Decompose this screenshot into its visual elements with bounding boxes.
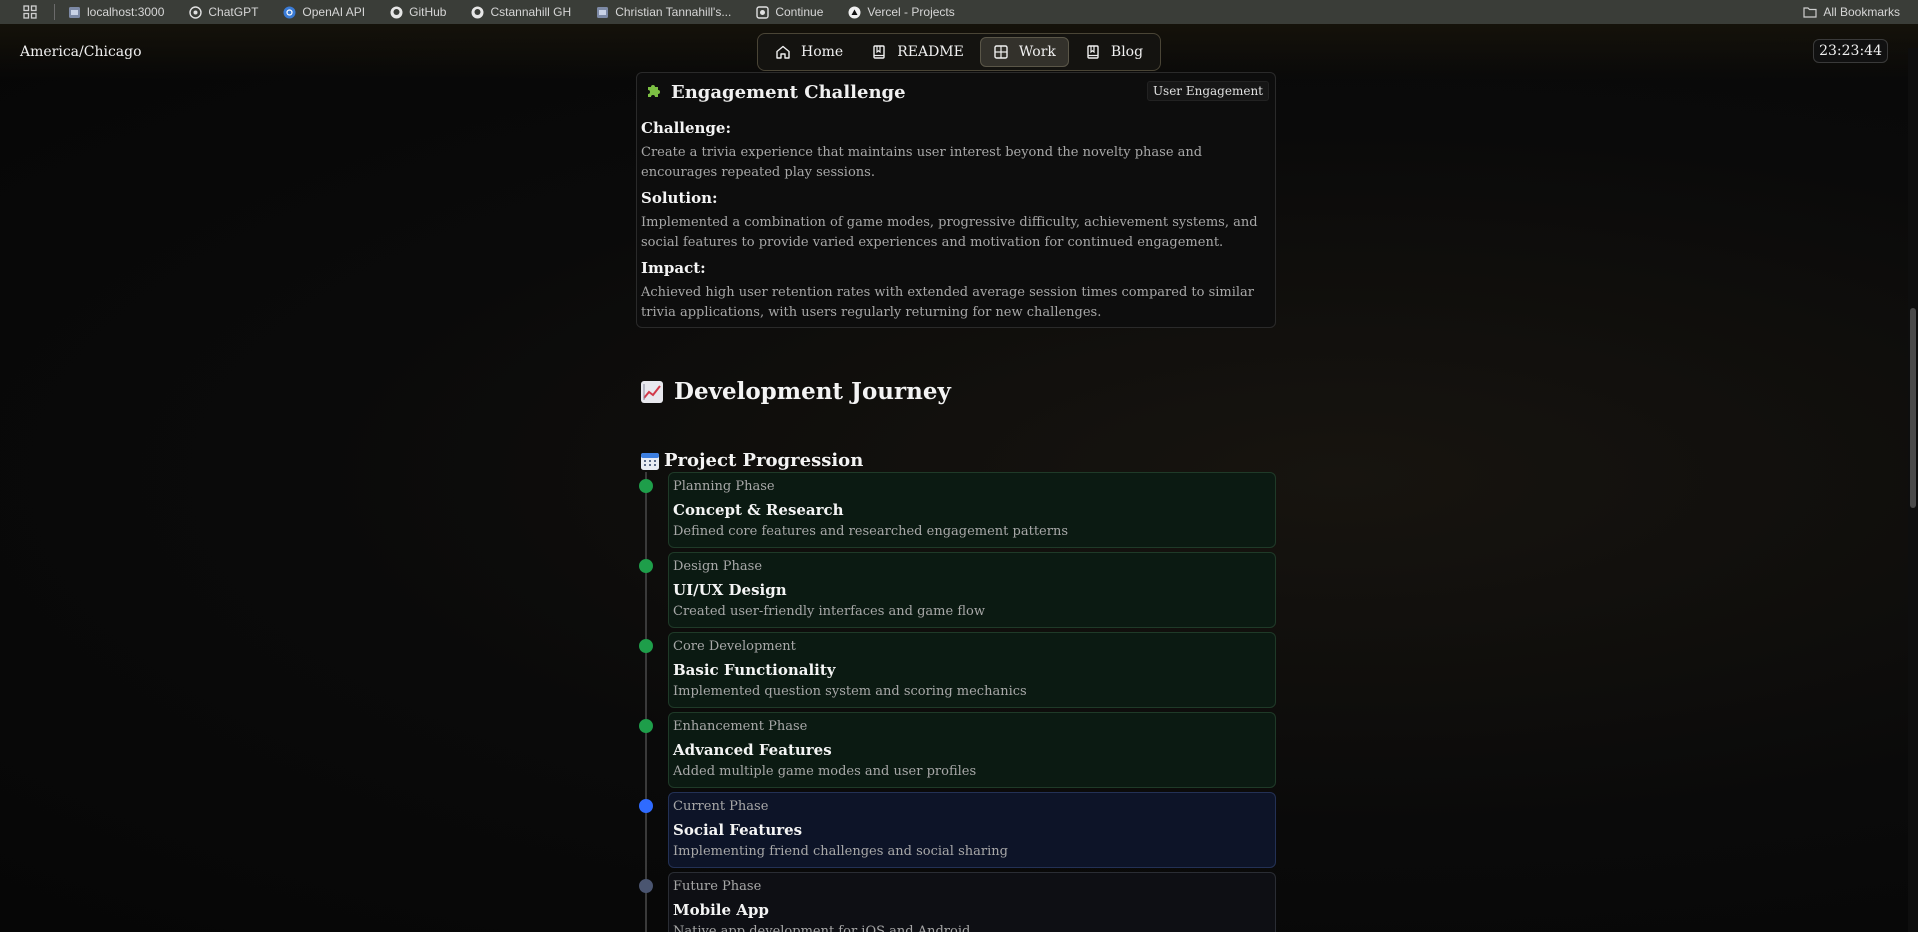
home-icon bbox=[776, 45, 790, 59]
bookmark-label: localhost:3000 bbox=[87, 5, 165, 19]
step-title: UI/UX Design bbox=[673, 581, 787, 599]
nav-label: Blog bbox=[1110, 44, 1144, 60]
step-title: Social Features bbox=[673, 821, 803, 839]
section-title-text: Development Journey bbox=[674, 378, 951, 405]
step-phase: Current Phase bbox=[673, 799, 769, 814]
all-bookmarks-label: All Bookmarks bbox=[1823, 5, 1900, 19]
page-icon bbox=[595, 5, 609, 19]
category-tag: User Engagement bbox=[1146, 81, 1269, 101]
folder-icon bbox=[1803, 5, 1817, 19]
apps-grid-icon[interactable] bbox=[18, 4, 42, 20]
timeline-dot bbox=[639, 639, 653, 653]
bookmark-chatgpt[interactable]: ChatGPT bbox=[188, 5, 258, 19]
github-icon bbox=[470, 5, 484, 19]
nav-label: README bbox=[897, 44, 964, 60]
step-title: Basic Functionality bbox=[673, 661, 836, 679]
nav-home[interactable]: Home bbox=[763, 37, 855, 67]
step-phase: Design Phase bbox=[673, 559, 763, 574]
openai-icon bbox=[282, 5, 296, 19]
bookmark-label: Continue bbox=[775, 5, 824, 19]
github-icon bbox=[389, 5, 403, 19]
nav-label: Home bbox=[801, 44, 844, 60]
challenge-text: Create a trivia experience that maintain… bbox=[641, 145, 1203, 180]
grid-icon bbox=[994, 45, 1008, 59]
nav-label: Work bbox=[1018, 44, 1056, 60]
bookmark-christian-tannahill[interactable]: Christian Tannahill's... bbox=[595, 5, 731, 19]
vercel-icon bbox=[847, 5, 861, 19]
timeline-dot bbox=[639, 479, 653, 493]
bookmark-label: GitHub bbox=[409, 5, 447, 19]
card-title: Engagement Challenge bbox=[671, 82, 906, 103]
impact-label: Impact: bbox=[641, 259, 706, 277]
bookmarks-divider bbox=[54, 4, 55, 20]
main-nav: Home README Work Blog bbox=[757, 33, 1161, 71]
all-bookmarks[interactable]: All Bookmarks bbox=[1803, 0, 1900, 24]
bookmark-label: Vercel - Projects bbox=[867, 5, 955, 19]
nav-work[interactable]: Work bbox=[979, 37, 1069, 67]
step-description: Implemented question system and scoring … bbox=[673, 684, 1027, 699]
bookmark-openai-api[interactable]: OpenAI API bbox=[282, 5, 365, 19]
bookmarks-bar: localhost:3000 ChatGPT OpenAI API GitHub… bbox=[0, 0, 1918, 24]
step-title: Advanced Features bbox=[673, 741, 832, 759]
solution-text: Implemented a combination of game modes,… bbox=[641, 215, 1258, 250]
timeline-dot bbox=[639, 879, 653, 893]
step-description: Implementing friend challenges and socia… bbox=[673, 844, 1008, 859]
page-icon bbox=[67, 5, 81, 19]
timeline-step-ui-ux-design: Design Phase UI/UX Design Created user-f… bbox=[668, 552, 1276, 628]
continue-icon bbox=[755, 5, 769, 19]
bookmark-github[interactable]: GitHub bbox=[389, 5, 446, 19]
bookmark-label: OpenAI API bbox=[302, 5, 366, 19]
solution-label: Solution: bbox=[641, 189, 718, 207]
timeline-dot bbox=[639, 719, 653, 733]
timeline-step-advanced-features: Enhancement Phase Advanced Features Adde… bbox=[668, 712, 1276, 788]
step-phase: Enhancement Phase bbox=[673, 719, 808, 734]
step-description: Defined core features and researched eng… bbox=[673, 524, 1069, 539]
engagement-challenge-card: Engagement Challenge User Engagement Cha… bbox=[636, 72, 1276, 328]
bookmark-continue[interactable]: Continue bbox=[755, 5, 823, 19]
step-phase: Future Phase bbox=[673, 879, 762, 894]
step-phase: Planning Phase bbox=[673, 479, 775, 494]
bookmark-localhost[interactable]: localhost:3000 bbox=[67, 5, 164, 19]
project-progression-heading: Project Progression bbox=[640, 450, 863, 471]
step-description: Created user-friendly interfaces and gam… bbox=[673, 604, 985, 619]
sub-title-text: Project Progression bbox=[664, 450, 864, 471]
puzzle-icon bbox=[645, 82, 663, 104]
step-description: Added multiple game modes and user profi… bbox=[673, 764, 977, 779]
step-title: Concept & Research bbox=[673, 501, 844, 519]
bookmark-vercel[interactable]: Vercel - Projects bbox=[847, 5, 955, 19]
step-title: Mobile App bbox=[673, 901, 769, 919]
bookmark-label: Christian Tannahill's... bbox=[615, 5, 732, 19]
openai-icon bbox=[188, 5, 202, 19]
calendar-icon bbox=[640, 451, 660, 471]
chart-increasing-icon bbox=[640, 380, 664, 404]
challenge-label: Challenge: bbox=[641, 119, 731, 137]
bookmark-label: Cstannahill GH bbox=[490, 5, 572, 19]
impact-text: Achieved high user retention rates with … bbox=[641, 285, 1255, 320]
timeline-step-mobile-app: Future Phase Mobile App Native app devel… bbox=[668, 872, 1276, 932]
timeline-step-social-features: Current Phase Social Features Implementi… bbox=[668, 792, 1276, 868]
book-icon bbox=[1087, 45, 1099, 59]
timeline-dot bbox=[639, 799, 653, 813]
step-phase: Core Development bbox=[673, 639, 796, 654]
book-icon bbox=[873, 45, 885, 59]
clock-display: 23:23:44 bbox=[1813, 39, 1888, 63]
bookmark-cstannahill-gh[interactable]: Cstannahill GH bbox=[470, 5, 571, 19]
page-scrollbar[interactable] bbox=[1908, 48, 1918, 932]
timeline-step-basic-functionality: Core Development Basic Functionality Imp… bbox=[668, 632, 1276, 708]
timeline-dot bbox=[639, 559, 653, 573]
bookmark-label: ChatGPT bbox=[208, 5, 259, 19]
timezone-label: America/Chicago bbox=[20, 44, 142, 60]
timeline-step-concept-research: Planning Phase Concept & Research Define… bbox=[668, 472, 1276, 548]
development-journey-heading: Development Journey bbox=[640, 378, 951, 405]
nav-readme[interactable]: README bbox=[859, 37, 976, 67]
step-description: Native app development for iOS and Andro… bbox=[673, 924, 971, 932]
scrollbar-thumb[interactable] bbox=[1910, 308, 1916, 508]
page: America/Chicago 23:23:44 Home README Wor… bbox=[0, 24, 1918, 932]
nav-blog[interactable]: Blog bbox=[1073, 37, 1155, 67]
timeline-line bbox=[645, 472, 647, 932]
